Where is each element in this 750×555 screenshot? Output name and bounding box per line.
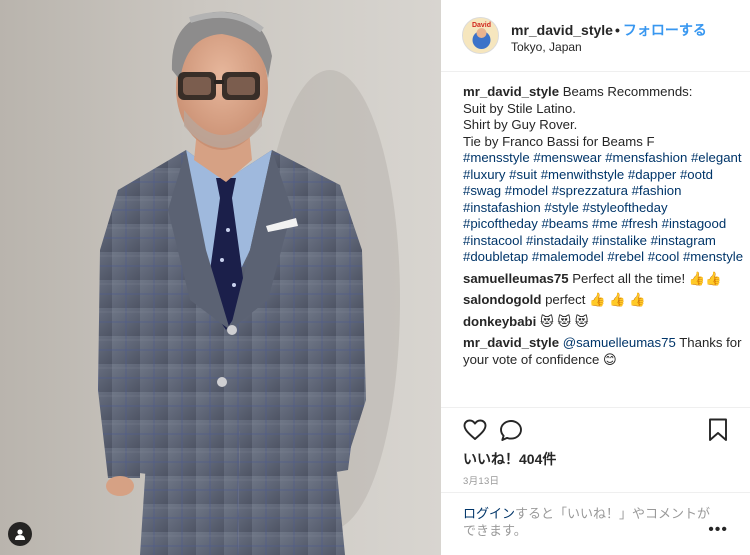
location-link[interactable]: Tokyo, Japan	[511, 40, 582, 54]
caption-line: Suit by Stile Latino.	[463, 100, 576, 116]
separator-dot: •	[614, 22, 620, 38]
avatar-logo-text: David	[472, 22, 491, 29]
login-message: ログインすると「いいね！」やコメントができます。	[463, 505, 713, 539]
list-item: samuelleumas75 Perfect all the time! 👍👍	[463, 271, 745, 288]
more-options-icon[interactable]: •••	[708, 521, 728, 539]
list-item: salondogold perfect 👍 👍 👍	[463, 292, 745, 309]
login-link[interactable]: ログイン	[463, 506, 515, 521]
author-username[interactable]: mr_david_style	[511, 22, 613, 38]
comment-icon[interactable]	[499, 419, 523, 447]
post-actions: いいね！404件 3月13日	[441, 407, 750, 497]
comment-username[interactable]: samuelleumas75	[463, 271, 569, 286]
comment-username[interactable]: mr_david_style	[463, 335, 559, 350]
caption-hashtags[interactable]: #mensstyle #menswear #mensfashion #elega…	[463, 150, 743, 264]
caption: mr_david_style Beams Recommends: Suit by…	[463, 84, 745, 266]
list-item: mr_david_style @samuelleumas75 Thanks fo…	[463, 335, 745, 368]
comment-username[interactable]: salondogold	[463, 292, 541, 307]
follow-button[interactable]: フォローする	[623, 22, 707, 38]
man-in-suit-figure	[98, 11, 400, 555]
caption-text: Beams Recommends:	[562, 84, 693, 99]
caption-line: Shirt by Guy Rover.	[463, 117, 578, 132]
comment-text: perfect 👍 👍 👍	[545, 292, 646, 307]
post-photo[interactable]	[0, 0, 441, 555]
comment-mention[interactable]: @samuelleumas75	[563, 335, 676, 350]
caption-line: Tie by Franco Bassi for Beams F	[463, 133, 655, 149]
list-item: donkeybabi 😻 😻 😻	[463, 314, 745, 331]
avatar[interactable]: David	[462, 17, 499, 54]
comment-list: mr_david_style Beams Recommends: Suit by…	[463, 84, 745, 373]
post-date[interactable]: 3月13日	[463, 473, 499, 487]
comment-username[interactable]: donkeybabi	[463, 314, 536, 329]
post-header: David mr_david_style • フォローする Tokyo, Japan	[441, 0, 750, 72]
comment-text: 😻 😻 😻	[539, 313, 589, 329]
bookmark-icon[interactable]	[708, 418, 728, 447]
person-tag-icon[interactable]	[8, 522, 32, 546]
comment-username[interactable]: mr_david_style	[463, 84, 559, 99]
like-count[interactable]: いいね！404件	[463, 449, 556, 469]
heart-icon[interactable]	[463, 419, 487, 446]
login-prompt: ログインすると「いいね！」やコメントができます。 •••	[441, 492, 750, 555]
post-side-panel: David mr_david_style • フォローする Tokyo, Japan…	[441, 0, 750, 555]
comment-text: Perfect all the time! 👍👍	[572, 270, 722, 286]
post-author: mr_david_style • フォローする	[511, 20, 707, 40]
